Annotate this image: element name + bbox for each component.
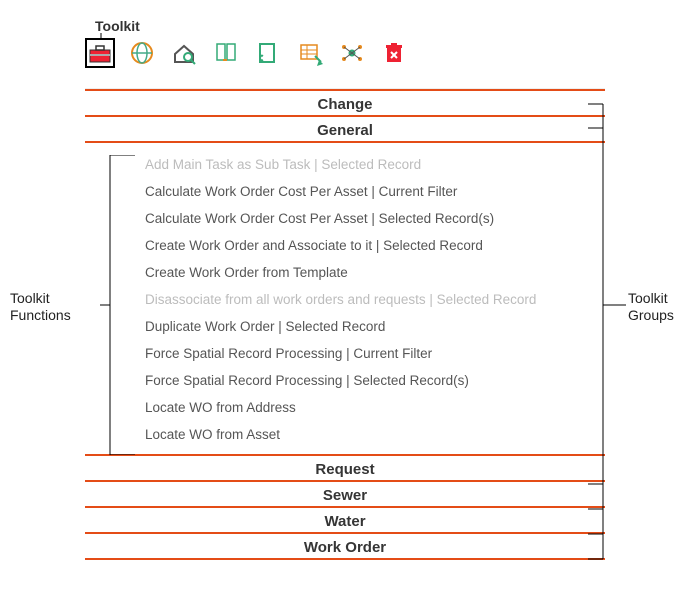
group-header-water[interactable]: Water bbox=[85, 510, 605, 532]
func-disassociate: Disassociate from all work orders and re… bbox=[145, 286, 605, 313]
spreadsheet-icon[interactable] bbox=[295, 38, 325, 68]
label-toolkit-functions: Toolkit Functions bbox=[10, 290, 71, 324]
accent-line bbox=[85, 506, 605, 508]
label-toolkit-g: Toolkit bbox=[628, 290, 668, 306]
group-header-request[interactable]: Request bbox=[85, 458, 605, 480]
label-functions: Functions bbox=[10, 307, 71, 323]
func-create-wo-template[interactable]: Create Work Order from Template bbox=[145, 259, 605, 286]
network-icon[interactable] bbox=[337, 38, 367, 68]
func-locate-wo-asset[interactable]: Locate WO from Asset bbox=[145, 421, 605, 448]
groups-bracket bbox=[588, 90, 628, 610]
documents-icon[interactable] bbox=[211, 38, 241, 68]
func-create-wo-associate[interactable]: Create Work Order and Associate to it | … bbox=[145, 232, 605, 259]
function-list: Add Main Task as Sub Task | Selected Rec… bbox=[85, 145, 605, 454]
group-header-change[interactable]: Change bbox=[85, 93, 605, 115]
accent-line bbox=[85, 480, 605, 482]
toolkit-panel: Change General Add Main Task as Sub Task… bbox=[85, 88, 605, 562]
top-toolkit-label: Toolkit bbox=[95, 18, 140, 34]
accent-line bbox=[85, 454, 605, 456]
accent-line bbox=[85, 115, 605, 117]
func-locate-wo-address[interactable]: Locate WO from Address bbox=[145, 394, 605, 421]
accent-line bbox=[85, 141, 605, 143]
delete-icon[interactable] bbox=[379, 38, 409, 68]
func-calc-cost-filter[interactable]: Calculate Work Order Cost Per Asset | Cu… bbox=[145, 178, 605, 205]
globe-icon[interactable] bbox=[127, 38, 157, 68]
func-force-spatial-filter[interactable]: Force Spatial Record Processing | Curren… bbox=[145, 340, 605, 367]
toolbar bbox=[85, 38, 409, 68]
label-toolkit-groups: Toolkit Groups bbox=[628, 290, 674, 324]
group-header-general[interactable]: General bbox=[85, 119, 605, 141]
accent-line bbox=[85, 532, 605, 534]
form-icon[interactable] bbox=[253, 38, 283, 68]
accent-line bbox=[85, 89, 605, 91]
func-force-spatial-selected[interactable]: Force Spatial Record Processing | Select… bbox=[145, 367, 605, 394]
toolkit-icon[interactable] bbox=[85, 38, 115, 68]
label-toolkit: Toolkit bbox=[10, 290, 50, 306]
func-calc-cost-selected[interactable]: Calculate Work Order Cost Per Asset | Se… bbox=[145, 205, 605, 232]
func-add-main-task: Add Main Task as Sub Task | Selected Rec… bbox=[145, 151, 605, 178]
accent-line bbox=[85, 558, 605, 560]
group-header-sewer[interactable]: Sewer bbox=[85, 484, 605, 506]
functions-bracket bbox=[75, 155, 140, 455]
label-groups-g: Groups bbox=[628, 307, 674, 323]
home-search-icon[interactable] bbox=[169, 38, 199, 68]
func-duplicate-wo[interactable]: Duplicate Work Order | Selected Record bbox=[145, 313, 605, 340]
group-header-work-order[interactable]: Work Order bbox=[85, 536, 605, 558]
